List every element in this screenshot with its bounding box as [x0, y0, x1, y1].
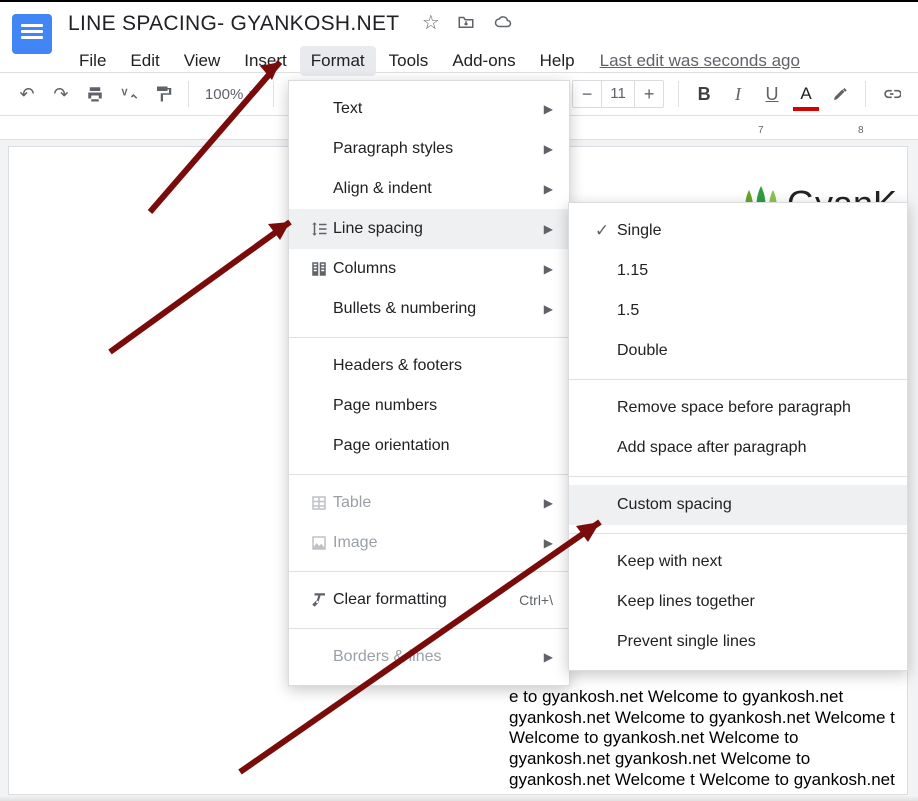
format-bullets-numbering[interactable]: Bullets & numbering▶ [289, 289, 569, 329]
bottom-border [0, 795, 918, 801]
clear-format-icon [305, 591, 333, 609]
spacing-custom[interactable]: Custom spacing [569, 485, 907, 525]
image-icon [305, 534, 333, 552]
spacing-keep-together[interactable]: Keep lines together [569, 582, 907, 622]
font-size-decrease[interactable]: − [573, 84, 601, 105]
menu-file[interactable]: File [68, 46, 117, 76]
zoom-value: 100% [205, 86, 243, 103]
format-line-spacing[interactable]: Line spacing▶ [289, 209, 569, 249]
last-edit-link[interactable]: Last edit was seconds ago [600, 46, 800, 76]
highlight-button[interactable] [825, 79, 855, 109]
format-page-orientation[interactable]: Page orientation [289, 426, 569, 466]
cloud-status-icon[interactable] [492, 13, 514, 35]
format-headers-footers[interactable]: Headers & footers [289, 346, 569, 386]
line-spacing-submenu: ✓ Single 1.15 1.5 Double Remove space be… [568, 202, 908, 671]
format-menu: Text▶ Paragraph styles▶ Align & indent▶ … [288, 80, 570, 686]
check-icon: ✓ [587, 221, 617, 241]
spacing-115[interactable]: 1.15 [569, 251, 907, 291]
app-header: LINE SPACING- GYANKOSH.NET ☆ File Edit V… [0, 2, 918, 72]
font-size-increase[interactable]: + [635, 84, 663, 105]
format-image: Image▶ [289, 523, 569, 563]
format-page-numbers[interactable]: Page numbers [289, 386, 569, 426]
menu-edit[interactable]: Edit [119, 46, 170, 76]
star-icon[interactable]: ☆ [422, 13, 440, 35]
format-columns[interactable]: Columns▶ [289, 249, 569, 289]
document-title[interactable]: LINE SPACING- GYANKOSH.NET [66, 8, 401, 40]
format-borders-lines: Borders & lines▶ [289, 637, 569, 677]
menu-bar: File Edit View Insert Format Tools Add-o… [66, 46, 906, 76]
italic-button[interactable]: I [723, 79, 753, 109]
menu-addons[interactable]: Add-ons [441, 46, 526, 76]
undo-button[interactable]: ↶ [12, 79, 42, 109]
spacing-remove-before[interactable]: Remove space before paragraph [569, 388, 907, 428]
zoom-selector[interactable]: 100% ▼ [199, 86, 263, 103]
font-size-value[interactable]: 11 [601, 81, 635, 107]
print-button[interactable] [80, 79, 110, 109]
menu-insert[interactable]: Insert [233, 46, 298, 76]
spacing-prevent-single[interactable]: Prevent single lines [569, 622, 907, 662]
spacing-15[interactable]: 1.5 [569, 291, 907, 331]
spellcheck-button[interactable] [114, 79, 144, 109]
format-clear-formatting[interactable]: Clear formatting Ctrl+\ [289, 580, 569, 620]
font-size-control: − 11 + [572, 80, 664, 108]
format-align-indent[interactable]: Align & indent▶ [289, 169, 569, 209]
format-text[interactable]: Text▶ [289, 89, 569, 129]
underline-button[interactable]: U [757, 79, 787, 109]
document-body-text: e to gyankosh.net Welcome to gyankosh.ne… [509, 687, 897, 795]
format-paragraph-styles[interactable]: Paragraph styles▶ [289, 129, 569, 169]
spacing-add-after[interactable]: Add space after paragraph [569, 428, 907, 468]
table-icon [305, 494, 333, 512]
bold-button[interactable]: B [689, 79, 719, 109]
format-table: Table▶ [289, 483, 569, 523]
menu-help[interactable]: Help [529, 46, 586, 76]
ruler-tick: 8 [858, 125, 864, 136]
insert-link-button[interactable] [876, 79, 906, 109]
redo-button[interactable]: ↷ [46, 79, 76, 109]
text-color-button[interactable]: A [791, 79, 821, 109]
menu-format[interactable]: Format [300, 46, 376, 76]
title-area: LINE SPACING- GYANKOSH.NET ☆ File Edit V… [66, 8, 906, 76]
ruler-tick: 7 [758, 125, 764, 136]
columns-icon [305, 260, 333, 278]
line-spacing-icon [305, 220, 333, 238]
menu-view[interactable]: View [173, 46, 232, 76]
paint-format-button[interactable] [148, 79, 178, 109]
docs-logo-icon[interactable] [12, 14, 52, 54]
spacing-keep-next[interactable]: Keep with next [569, 542, 907, 582]
menu-tools[interactable]: Tools [378, 46, 440, 76]
spacing-double[interactable]: Double [569, 331, 907, 371]
move-icon[interactable] [456, 13, 476, 35]
spacing-single[interactable]: ✓ Single [569, 211, 907, 251]
